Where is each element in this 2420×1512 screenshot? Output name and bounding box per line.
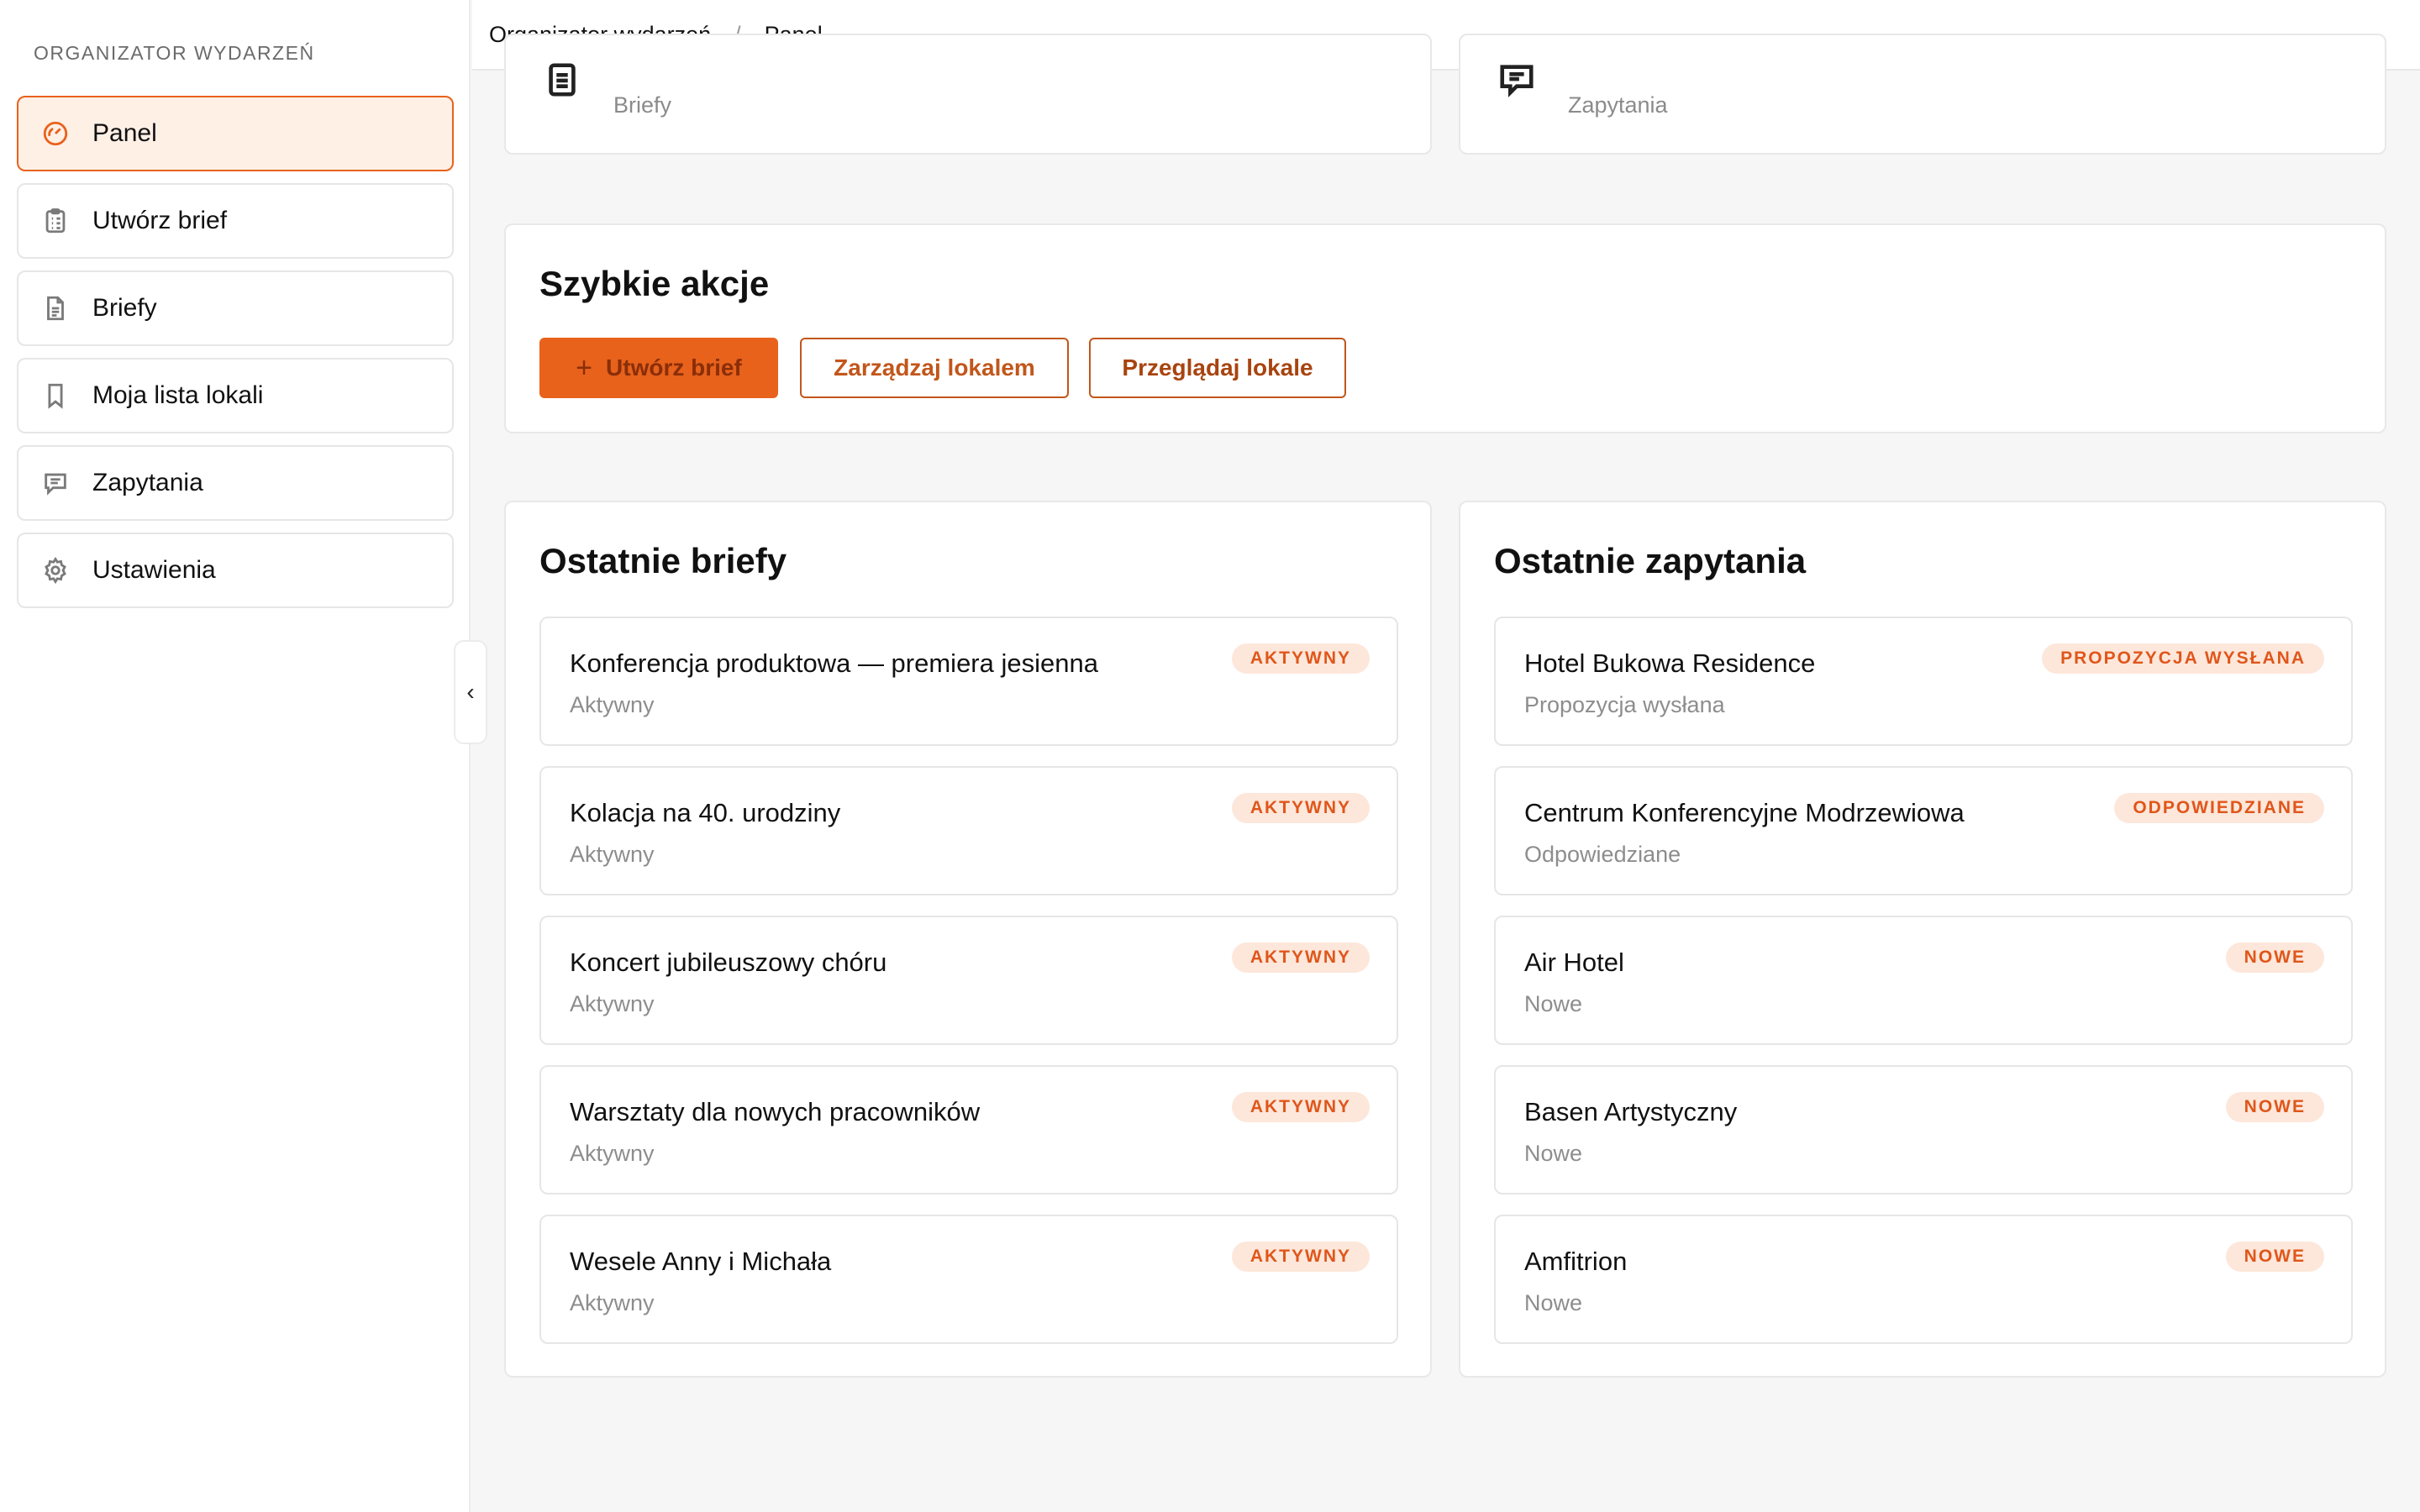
list-item[interactable]: Konferencja produktowa — premiera jesien… bbox=[539, 617, 1398, 746]
item-title: Warsztaty dla nowych pracowników bbox=[570, 1097, 981, 1126]
browse-venues-button[interactable]: Przeglądaj lokale bbox=[1089, 338, 1346, 398]
sidebar-item-briefs[interactable]: Briefy bbox=[17, 270, 454, 346]
recent-inquiries-card: Ostatnie zapytania Hotel Bukowa Residenc… bbox=[1459, 501, 2386, 1378]
stat-label: Zapytania bbox=[1568, 92, 1668, 118]
button-label: Utwórz brief bbox=[606, 354, 742, 381]
list-item[interactable]: Air Hotel Nowe NOWE bbox=[1494, 916, 2353, 1045]
stat-card-inquiries: Zapytania bbox=[1459, 34, 2386, 155]
item-title: Centrum Konferencyjne Modrzewiowa bbox=[1524, 798, 1965, 827]
gauge-icon bbox=[40, 118, 71, 149]
create-brief-button[interactable]: + Utwórz brief bbox=[539, 338, 778, 398]
sidebar-item-venue-list[interactable]: Moja lista lokali bbox=[17, 358, 454, 433]
sidebar-item-panel[interactable]: Panel bbox=[17, 96, 454, 171]
item-status: Aktywny bbox=[570, 842, 655, 867]
item-title: Amfitrion bbox=[1524, 1247, 1628, 1276]
sidebar: ORGANIZATOR WYDARZEŃ Panel Utwórz brief … bbox=[0, 0, 471, 1512]
button-label: Przeglądaj lokale bbox=[1122, 354, 1313, 381]
item-status: Nowe bbox=[1524, 1290, 1583, 1315]
sidebar-item-label: Ustawienia bbox=[92, 556, 216, 584]
item-title: Basen Artystyczny bbox=[1524, 1097, 1738, 1126]
sidebar-item-label: Zapytania bbox=[92, 469, 203, 496]
list-item[interactable]: Warsztaty dla nowych pracowników Aktywny… bbox=[539, 1065, 1398, 1194]
sidebar-item-settings[interactable]: Ustawienia bbox=[17, 533, 454, 608]
sidebar-item-label: Utwórz brief bbox=[92, 207, 228, 234]
sidebar-item-label: Moja lista lokali bbox=[92, 381, 264, 409]
item-title: Air Hotel bbox=[1524, 948, 1624, 977]
document-icon bbox=[40, 293, 71, 323]
manage-venue-button[interactable]: Zarządzaj lokalem bbox=[800, 338, 1069, 398]
status-badge: AKTYWNY bbox=[1231, 1242, 1370, 1272]
list-item[interactable]: Hotel Bukowa Residence Propozycja wysłan… bbox=[1494, 617, 2353, 746]
sidebar-item-label: Panel bbox=[92, 119, 157, 147]
sidebar-collapse-button[interactable]: ‹ bbox=[454, 640, 487, 744]
button-label: Zarządzaj lokalem bbox=[834, 354, 1035, 381]
item-status: Nowe bbox=[1524, 1141, 1583, 1166]
status-badge: AKTYWNY bbox=[1231, 1092, 1370, 1122]
clipboard-icon bbox=[40, 206, 71, 236]
gear-icon bbox=[40, 555, 71, 585]
status-badge: NOWE bbox=[2225, 1092, 2324, 1122]
item-title: Wesele Anny i Michała bbox=[570, 1247, 832, 1276]
quick-actions-card: Szybkie akcje + Utwórz brief Zarządzaj l… bbox=[504, 223, 2386, 433]
item-status: Aktywny bbox=[570, 1290, 655, 1315]
recent-briefs-card: Ostatnie briefy Konferencja produktowa —… bbox=[504, 501, 1432, 1378]
section-title: Ostatnie zapytania bbox=[1494, 541, 1807, 580]
status-badge: AKTYWNY bbox=[1231, 643, 1370, 674]
status-badge: ODPOWIEDZIANE bbox=[2114, 793, 2324, 823]
status-badge: AKTYWNY bbox=[1231, 942, 1370, 973]
item-status: Aktywny bbox=[570, 1141, 655, 1166]
item-title: Hotel Bukowa Residence bbox=[1524, 648, 1816, 678]
item-status: Aktywny bbox=[570, 991, 655, 1016]
plus-icon: + bbox=[576, 351, 593, 384]
sidebar-nav: Panel Utwórz brief Briefy Moja lista lok… bbox=[17, 96, 454, 620]
list-item[interactable]: Centrum Konferencyjne Modrzewiowa Odpowi… bbox=[1494, 766, 2353, 895]
section-title: Ostatnie briefy bbox=[539, 541, 787, 580]
list-item[interactable]: Wesele Anny i Michała Aktywny AKTYWNY bbox=[539, 1215, 1398, 1344]
item-status: Propozycja wysłana bbox=[1524, 692, 1725, 717]
item-title: Konferencja produktowa — premiera jesien… bbox=[570, 648, 1098, 678]
sidebar-title: ORGANIZATOR WYDARZEŃ bbox=[34, 42, 315, 64]
item-status: Odpowiedziane bbox=[1524, 842, 1681, 867]
sidebar-item-label: Briefy bbox=[92, 294, 157, 322]
chevron-left-icon: ‹ bbox=[466, 679, 475, 705]
list-item[interactable]: Kolacja na 40. urodziny Aktywny AKTYWNY bbox=[539, 766, 1398, 895]
chat-icon bbox=[1497, 60, 1538, 101]
item-status: Aktywny bbox=[570, 692, 655, 717]
status-badge: PROPOZYCJA WYSŁANA bbox=[2042, 643, 2324, 674]
document-icon bbox=[543, 60, 583, 101]
list-item[interactable]: Amfitrion Nowe NOWE bbox=[1494, 1215, 2353, 1344]
list-item[interactable]: Basen Artystyczny Nowe NOWE bbox=[1494, 1065, 2353, 1194]
bookmark-icon bbox=[40, 381, 71, 411]
chat-icon bbox=[40, 468, 71, 498]
section-title: Szybkie akcje bbox=[539, 264, 770, 303]
sidebar-item-inquiries[interactable]: Zapytania bbox=[17, 445, 454, 521]
sidebar-item-create-brief[interactable]: Utwórz brief bbox=[17, 183, 454, 259]
stat-label: Briefy bbox=[613, 92, 672, 118]
list-item[interactable]: Koncert jubileuszowy chóru Aktywny AKTYW… bbox=[539, 916, 1398, 1045]
item-title: Koncert jubileuszowy chóru bbox=[570, 948, 887, 977]
item-title: Kolacja na 40. urodziny bbox=[570, 798, 841, 827]
status-badge: NOWE bbox=[2225, 942, 2324, 973]
status-badge: AKTYWNY bbox=[1231, 793, 1370, 823]
item-status: Nowe bbox=[1524, 991, 1583, 1016]
status-badge: NOWE bbox=[2225, 1242, 2324, 1272]
stat-card-briefs: Briefy bbox=[504, 34, 1432, 155]
